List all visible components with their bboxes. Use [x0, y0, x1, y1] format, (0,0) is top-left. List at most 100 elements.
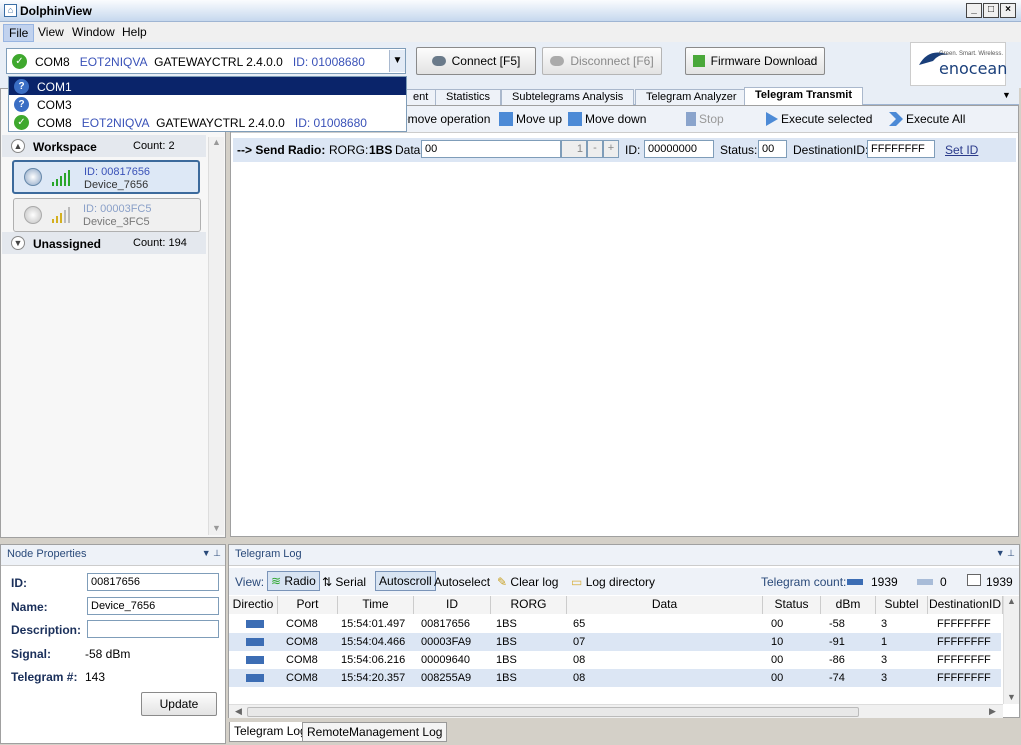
expand-icon[interactable]: ▼: [11, 236, 25, 250]
col-time[interactable]: Time: [338, 596, 414, 614]
workspace-group-header[interactable]: ▲ Workspace Count: 2: [2, 135, 206, 157]
col-status[interactable]: Status: [763, 596, 821, 614]
workspace-scrollbar[interactable]: ▲ ▼: [208, 137, 224, 535]
log-vertical-scrollbar[interactable]: ▲ ▼: [1003, 596, 1019, 704]
move-down-button[interactable]: Move down: [568, 112, 646, 126]
id-field[interactable]: 00000000: [644, 140, 714, 158]
tab-telegram-transmit[interactable]: Telegram Transmit: [744, 87, 863, 106]
menu-window[interactable]: Window: [67, 24, 120, 40]
data-field[interactable]: 00: [421, 140, 561, 158]
remove-operation-button[interactable]: emove operation: [401, 112, 490, 126]
cell-id: 008255A9: [421, 672, 472, 684]
chevron-down-icon[interactable]: ▼: [389, 50, 405, 72]
autoselect-toggle[interactable]: Autoselect: [434, 575, 490, 589]
col-direction[interactable]: Directio: [229, 596, 278, 614]
send-radio-row[interactable]: --> Send Radio: RORG: 1BS Data: 00 1 - +…: [233, 138, 1016, 162]
scroll-down-icon[interactable]: ▼: [209, 523, 224, 533]
tab-telegram-log[interactable]: Telegram Log: [229, 722, 312, 742]
scroll-left-icon[interactable]: ◀: [235, 706, 242, 717]
cell-rorg: 1BS: [496, 618, 517, 630]
col-dbm[interactable]: dBm: [821, 596, 876, 614]
close-button[interactable]: ×: [1000, 3, 1016, 18]
col-port[interactable]: Port: [278, 596, 338, 614]
menu-help[interactable]: Help: [117, 24, 152, 40]
table-row[interactable]: COM8 15:54:20.357 008255A9 1BS 08 00 -74 3 FFFFF…: [229, 669, 1001, 687]
col-destination-id[interactable]: DestinationID: [928, 596, 1003, 614]
workspace-panel: ▲ Workspace Count: 2 ID: 00817656 Device…: [0, 88, 226, 538]
serial-icon: ⇅: [322, 575, 333, 589]
pin-icon[interactable]: ▼ ⊥: [996, 548, 1015, 559]
status-field[interactable]: 00: [758, 140, 787, 158]
cell-data: 65: [573, 618, 586, 630]
cell-dest: FFFFFFFF: [937, 672, 991, 684]
device-card-7656[interactable]: ID: 00817656 Device_7656: [12, 160, 200, 194]
table-row[interactable]: COM8 15:54:06.216 00009640 1BS 08 00 -86 3 FFFFF…: [229, 651, 1001, 669]
decrement-button[interactable]: -: [587, 140, 603, 158]
col-id[interactable]: ID: [414, 596, 491, 614]
collapse-icon[interactable]: ▲: [11, 139, 25, 153]
menu-file[interactable]: File: [3, 24, 35, 42]
scroll-thumb[interactable]: [247, 707, 859, 717]
tab-telegram-analyzer[interactable]: Telegram Analyzer: [635, 89, 748, 105]
execute-all-button[interactable]: Execute All: [889, 112, 965, 126]
port-dropdown-list: ? COM1 ? COM3 ✓ COM8 EOT2NIQVA GATEWAYCT…: [8, 76, 407, 132]
cell-id: 00009640: [421, 654, 470, 666]
connect-icon: [431, 56, 446, 66]
node-id-field[interactable]: 00817656: [87, 573, 219, 591]
menu-bar: File View Window Help: [0, 22, 1021, 42]
table-row[interactable]: COM8 15:54:04.466 00003FA9 1BS 07 10 -91 1 FFFFF…: [229, 633, 1001, 651]
port-select[interactable]: ✓ COM8 EOT2NIQVA GATEWAYCTRL 2.4.0.0 ID:…: [6, 48, 406, 74]
arrow-down-icon: [568, 112, 582, 126]
node-description-field[interactable]: [87, 620, 219, 638]
col-data[interactable]: Data: [567, 596, 763, 614]
cell-status: 00: [771, 618, 784, 630]
destination-id-field[interactable]: FFFFFFFF: [867, 140, 935, 158]
col-rorg[interactable]: RORG: [491, 596, 567, 614]
cell-subtel: 1: [881, 636, 888, 648]
dropdown-item-com8[interactable]: ✓ COM8 EOT2NIQVA GATEWAYCTRL 2.4.0.0 ID:…: [9, 113, 406, 131]
device-icon: [24, 206, 42, 224]
tab-subtelegrams-analysis[interactable]: Subtelegrams Analysis: [501, 89, 635, 105]
autoscroll-toggle[interactable]: Autoscroll: [375, 571, 436, 591]
log-horizontal-scrollbar[interactable]: ◀ ▶: [229, 704, 1003, 718]
serial-toggle[interactable]: ⇅ Serial: [322, 575, 366, 589]
cell-status: 00: [771, 672, 784, 684]
disconnect-button[interactable]: Disconnect [F6]: [542, 47, 662, 75]
question-icon: ?: [14, 79, 29, 94]
scroll-right-icon[interactable]: ▶: [989, 706, 996, 717]
scroll-up-icon[interactable]: ▲: [1004, 596, 1019, 606]
dropdown-item-com1[interactable]: ? COM1: [9, 77, 406, 95]
scroll-up-icon[interactable]: ▲: [209, 137, 224, 147]
clear-log-button[interactable]: ✎ Clear log: [497, 575, 558, 589]
table-row[interactable]: COM8 15:54:01.497 00817656 1BS 65 00 -58 3 FFFFF…: [229, 615, 1001, 633]
move-up-button[interactable]: Move up: [499, 112, 562, 126]
maximize-button[interactable]: □: [983, 3, 999, 18]
node-name-field[interactable]: Device_7656: [87, 597, 219, 615]
tab-remote-management-log[interactable]: RemoteManagement Log: [302, 722, 448, 742]
pin-icon[interactable]: ▼ ⊥: [202, 548, 221, 559]
log-directory-button[interactable]: ▭ Log directory: [571, 575, 655, 589]
unassigned-group-header[interactable]: ▼ Unassigned Count: 194: [2, 232, 206, 254]
radio-toggle[interactable]: ≋ Radio: [267, 571, 320, 591]
arrow-up-icon: [499, 112, 513, 126]
telegram-log-header: Telegram Log ▼ ⊥: [229, 545, 1019, 566]
minimize-button[interactable]: _: [966, 3, 982, 18]
update-button[interactable]: Update: [141, 692, 217, 716]
cell-id: 00817656: [421, 618, 470, 630]
tab-overflow-icon[interactable]: ▼: [1002, 90, 1011, 100]
scroll-down-icon[interactable]: ▼: [1004, 692, 1019, 702]
connect-button[interactable]: Connect [F5]: [416, 47, 536, 75]
cell-dest: FFFFFFFF: [937, 618, 991, 630]
firmware-download-button[interactable]: Firmware Download: [685, 47, 825, 75]
stop-button[interactable]: Stop: [686, 112, 724, 126]
tab-statistics[interactable]: Statistics: [435, 89, 502, 105]
menu-view[interactable]: View: [33, 24, 69, 40]
set-id-link[interactable]: Set ID: [945, 143, 978, 157]
tab-management[interactable]: ent: [402, 89, 440, 105]
col-subtel[interactable]: Subtel: [876, 596, 928, 614]
increment-button[interactable]: +: [603, 140, 619, 158]
device-card-3fc5[interactable]: ID: 00003FC5 Device_3FC5: [13, 198, 201, 232]
cell-status: 00: [771, 654, 784, 666]
execute-selected-button[interactable]: Execute selected: [766, 112, 872, 126]
dropdown-item-com3[interactable]: ? COM3: [9, 95, 406, 113]
